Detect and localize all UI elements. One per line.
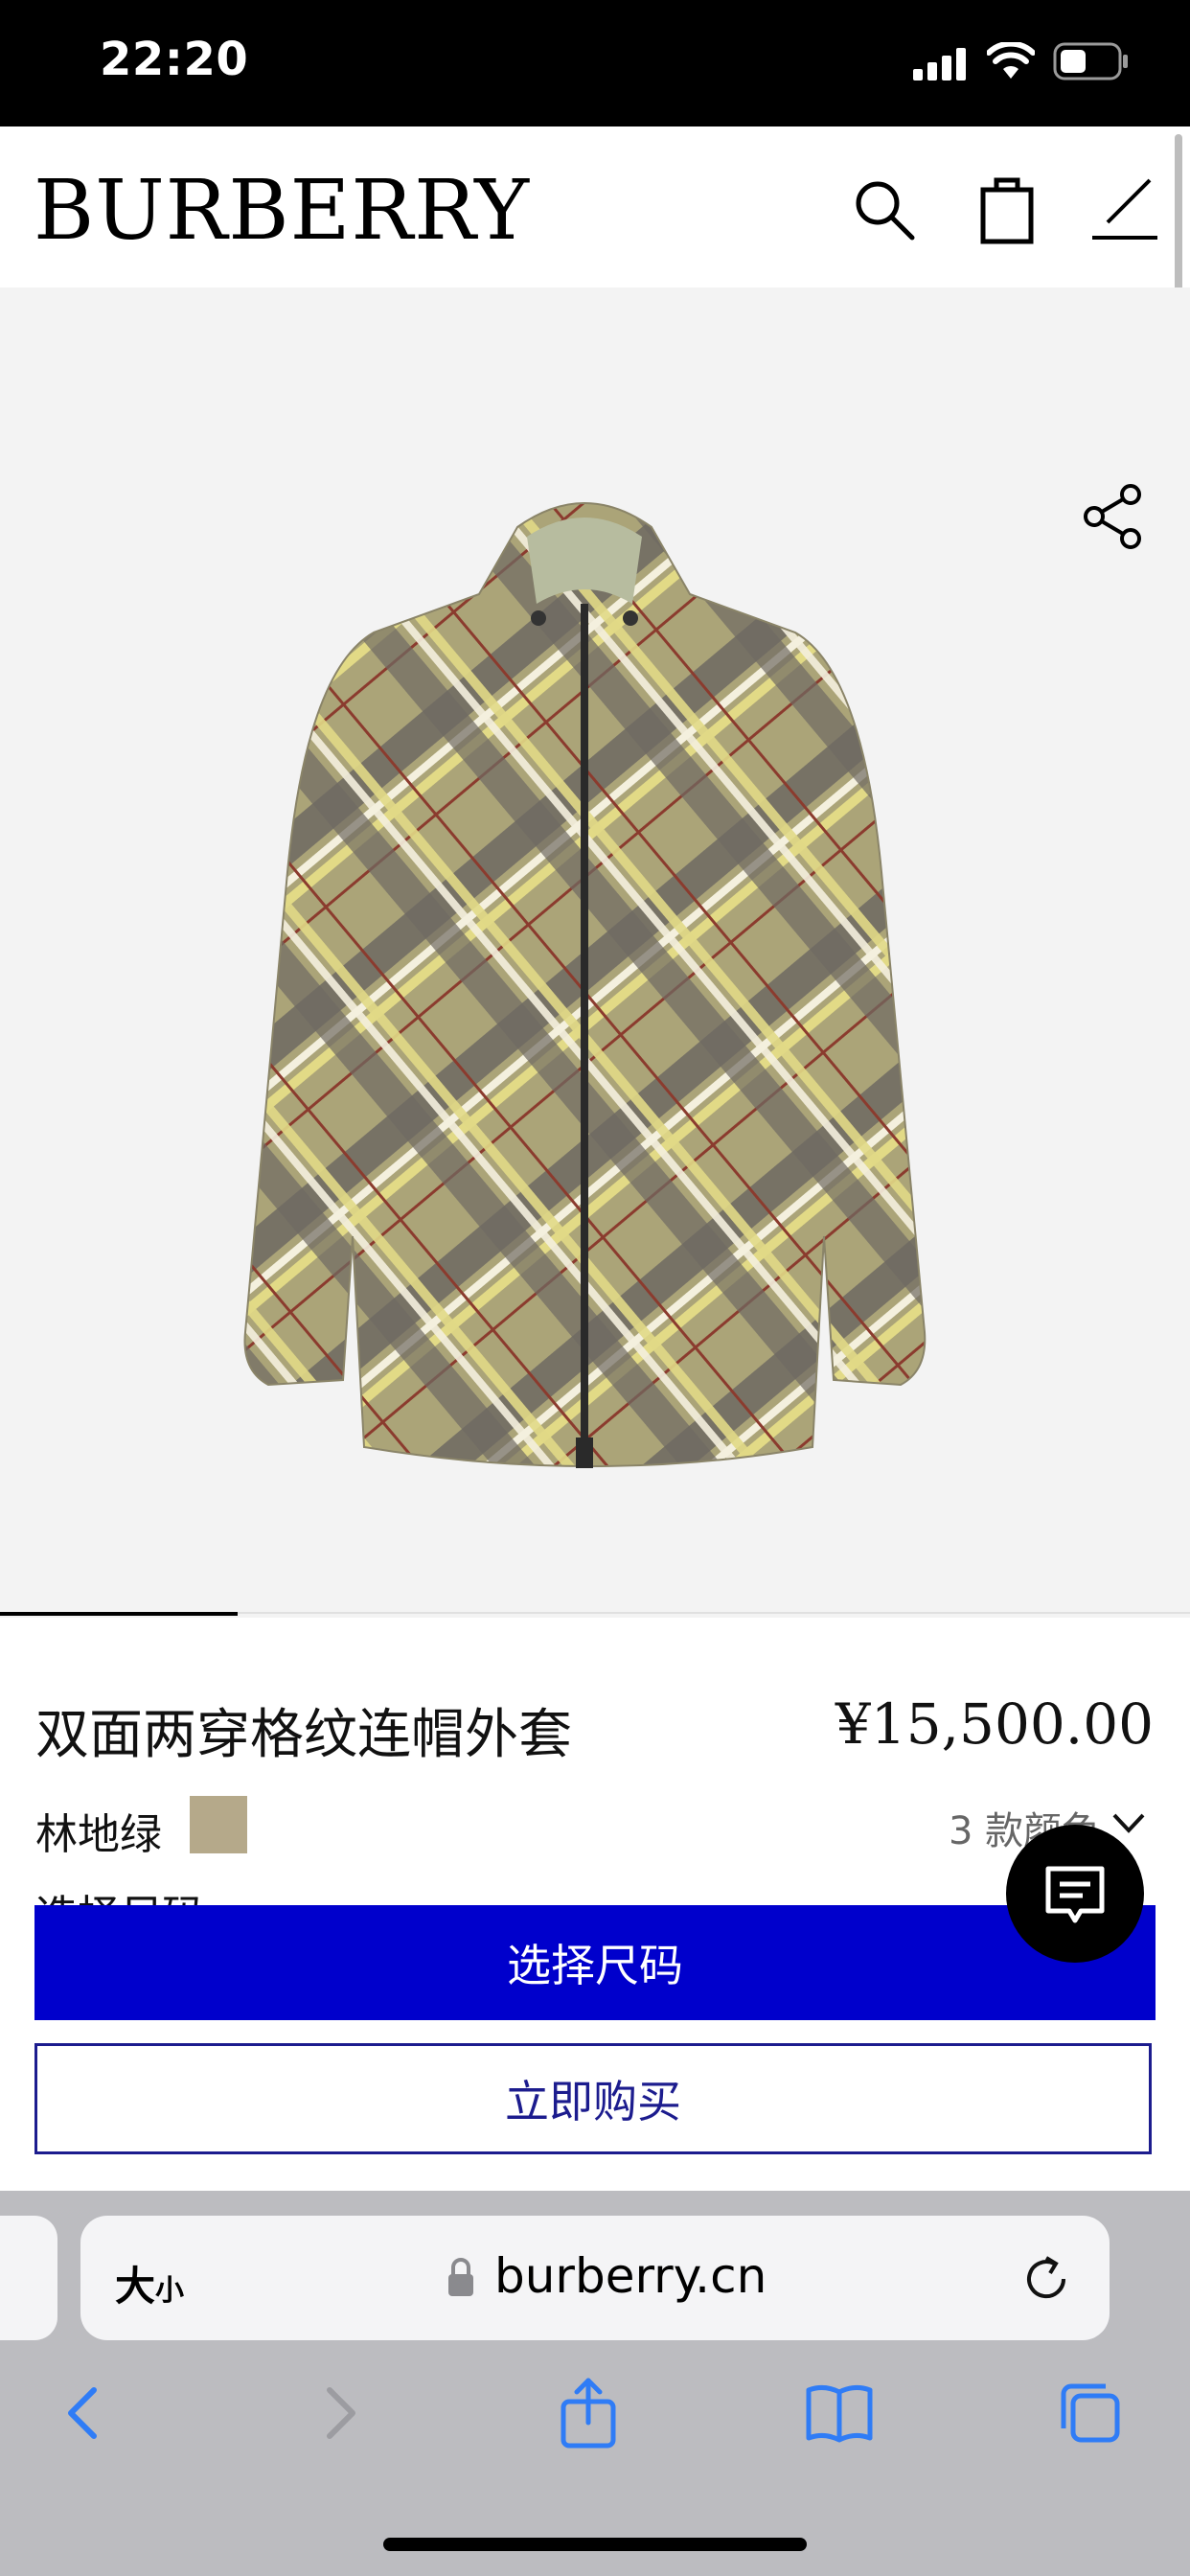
tabs-icon[interactable] bbox=[1052, 2375, 1129, 2451]
product-price: ¥15,500.00 bbox=[835, 1691, 1154, 1757]
chat-button[interactable] bbox=[1006, 1825, 1144, 1963]
lock-icon bbox=[448, 2258, 473, 2296]
reload-icon[interactable] bbox=[1019, 2252, 1073, 2306]
chat-icon bbox=[1045, 1866, 1105, 1923]
back-icon[interactable] bbox=[46, 2375, 123, 2451]
select-size-button[interactable]: 选择尺码 bbox=[34, 1905, 1156, 2020]
text-size-small: 小 bbox=[155, 2274, 185, 2308]
site-header: BURBERRY bbox=[0, 126, 1190, 288]
gallery-progress-indicator bbox=[0, 1612, 239, 1616]
search-icon[interactable] bbox=[851, 176, 918, 243]
previous-tab-peek[interactable] bbox=[0, 2216, 57, 2340]
bookmarks-icon[interactable] bbox=[801, 2375, 878, 2451]
shopping-bag-icon[interactable] bbox=[975, 172, 1039, 245]
battery-icon bbox=[1053, 42, 1128, 80]
product-image bbox=[243, 502, 927, 1468]
product-image-gallery[interactable] bbox=[0, 288, 1190, 1618]
status-time: 22:20 bbox=[100, 33, 249, 86]
color-name: 林地绿 bbox=[35, 1810, 162, 1859]
share-icon[interactable] bbox=[1081, 483, 1148, 550]
product-title: 双面两穿格纹连帽外套 bbox=[35, 1704, 572, 1766]
menu-icon[interactable] bbox=[1092, 176, 1157, 243]
brand-logo[interactable]: BURBERRY bbox=[34, 163, 530, 259]
address-bar[interactable]: 大小 burberry.cn bbox=[80, 2216, 1110, 2340]
text-size-button[interactable]: 大小 bbox=[115, 2254, 184, 2312]
status-bar: 22:20 bbox=[0, 0, 1190, 126]
wifi-icon bbox=[987, 42, 1035, 79]
forward-icon[interactable] bbox=[301, 2375, 378, 2451]
cellular-signal-icon bbox=[913, 48, 966, 80]
share-icon[interactable] bbox=[550, 2375, 627, 2451]
select-size-label: 选择尺码 bbox=[35, 1878, 204, 1905]
text-size-big: 大 bbox=[115, 2263, 156, 2310]
url-text[interactable]: burberry.cn bbox=[494, 2248, 767, 2304]
buy-now-button[interactable]: 立即购买 bbox=[34, 2043, 1152, 2154]
color-swatch[interactable] bbox=[190, 1796, 247, 1853]
home-indicator bbox=[383, 2538, 807, 2551]
